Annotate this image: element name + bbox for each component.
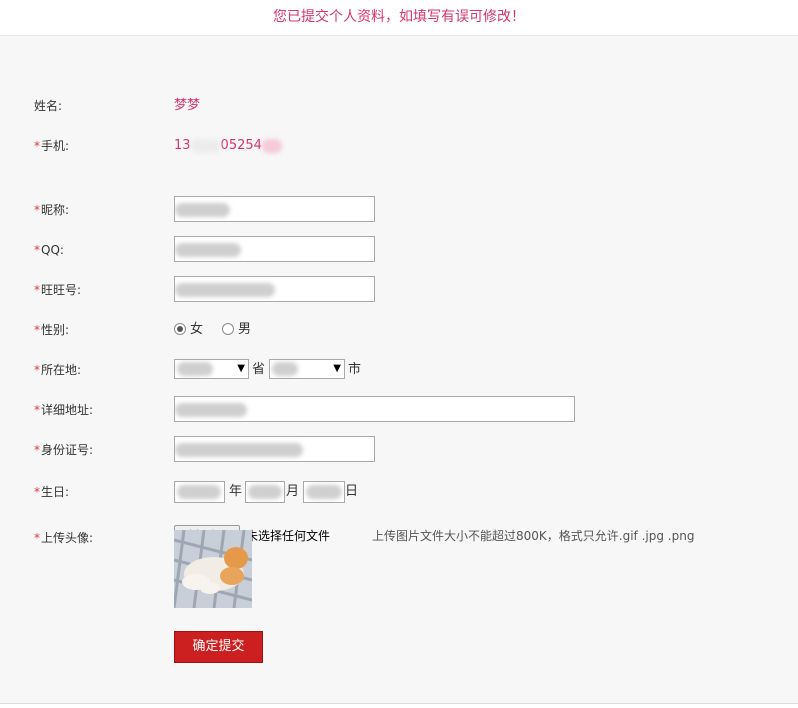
gender-female-radio[interactable] bbox=[174, 323, 186, 335]
gender-male-radio[interactable] bbox=[222, 323, 234, 335]
day-unit: 日 bbox=[345, 484, 359, 499]
idcard-input[interactable] bbox=[174, 436, 375, 462]
city-select[interactable]: ▼ bbox=[269, 359, 345, 379]
row-nickname: *昵称: bbox=[0, 196, 798, 224]
row-address: *详细地址: bbox=[0, 396, 798, 424]
avatar-preview bbox=[174, 530, 252, 608]
upload-hint: 上传图片文件大小不能超过800K，格式只允许.gif .jpg .png bbox=[372, 529, 695, 543]
nickname-input[interactable] bbox=[174, 196, 375, 222]
redacted-block bbox=[175, 283, 275, 297]
row-location: *所在地: ▼ 省 ▼ 市 bbox=[0, 356, 798, 384]
qq-input[interactable] bbox=[174, 236, 375, 262]
address-label: 详细地址: bbox=[41, 403, 94, 417]
row-phone: *手机: 13 05254 bbox=[0, 132, 798, 160]
province-unit: 省 bbox=[252, 362, 266, 377]
birth-year-input[interactable] bbox=[174, 481, 225, 503]
nickname-label: 昵称: bbox=[41, 203, 70, 217]
redacted-block bbox=[306, 485, 342, 499]
redacted-block bbox=[175, 203, 230, 217]
avatar-label: 上传头像: bbox=[41, 531, 94, 545]
row-idcard: *身份证号: bbox=[0, 436, 798, 464]
row-birthday: *生日: 年 月 日 bbox=[0, 478, 798, 506]
location-label: 所在地: bbox=[41, 363, 82, 377]
gender-label: 性别: bbox=[41, 323, 70, 337]
notice-bar: 您已提交个人资料，如填写有误可修改！ bbox=[0, 0, 798, 36]
birth-day-input[interactable] bbox=[303, 481, 345, 503]
birthday-label: 生日: bbox=[41, 485, 70, 499]
redacted-block bbox=[175, 243, 241, 257]
redacted-block bbox=[261, 138, 282, 153]
cat-photo-icon bbox=[174, 530, 252, 608]
row-qq: *QQ: bbox=[0, 236, 798, 264]
year-unit: 年 bbox=[229, 484, 243, 499]
redacted-block bbox=[175, 443, 303, 457]
row-avatar: *上传头像: 选择文件 未选择任何文件 上传图片文件大小不能超过800K，格式只… bbox=[0, 522, 798, 550]
redacted-block bbox=[177, 485, 221, 499]
row-wangwang: *旺旺号: bbox=[0, 276, 798, 304]
wangwang-label: 旺旺号: bbox=[41, 283, 82, 297]
no-file-text: 未选择任何文件 bbox=[246, 529, 331, 543]
chevron-down-icon: ▼ bbox=[237, 363, 245, 374]
row-gender: *性别: 女 男 bbox=[0, 316, 798, 344]
redacted-block bbox=[190, 138, 221, 153]
name-value: 梦梦 bbox=[174, 98, 201, 113]
city-unit: 市 bbox=[348, 362, 362, 377]
month-unit: 月 bbox=[286, 484, 300, 499]
submit-button[interactable]: 确定提交 bbox=[174, 631, 263, 663]
name-label: 姓名: bbox=[34, 99, 63, 113]
chevron-down-icon: ▼ bbox=[333, 363, 341, 374]
wangwang-input[interactable] bbox=[174, 276, 375, 302]
row-name: 姓名: 梦梦 bbox=[0, 92, 798, 120]
notice-text: 您已提交个人资料，如填写有误可修改！ bbox=[273, 9, 525, 25]
required-mark: * bbox=[34, 139, 40, 153]
idcard-label: 身份证号: bbox=[41, 443, 94, 457]
gender-female-label: 女 bbox=[190, 322, 204, 337]
redacted-block bbox=[248, 485, 282, 499]
birth-month-input[interactable] bbox=[245, 481, 285, 503]
phone-label: 手机: bbox=[41, 139, 70, 153]
province-select[interactable]: ▼ bbox=[174, 359, 249, 379]
redacted-block bbox=[175, 403, 247, 417]
redacted-block bbox=[177, 362, 213, 376]
phone-value: 13 05254 bbox=[174, 132, 282, 160]
address-input[interactable] bbox=[174, 396, 575, 422]
qq-label: QQ: bbox=[41, 243, 64, 257]
redacted-block bbox=[272, 362, 298, 376]
gender-male-label: 男 bbox=[238, 322, 252, 337]
